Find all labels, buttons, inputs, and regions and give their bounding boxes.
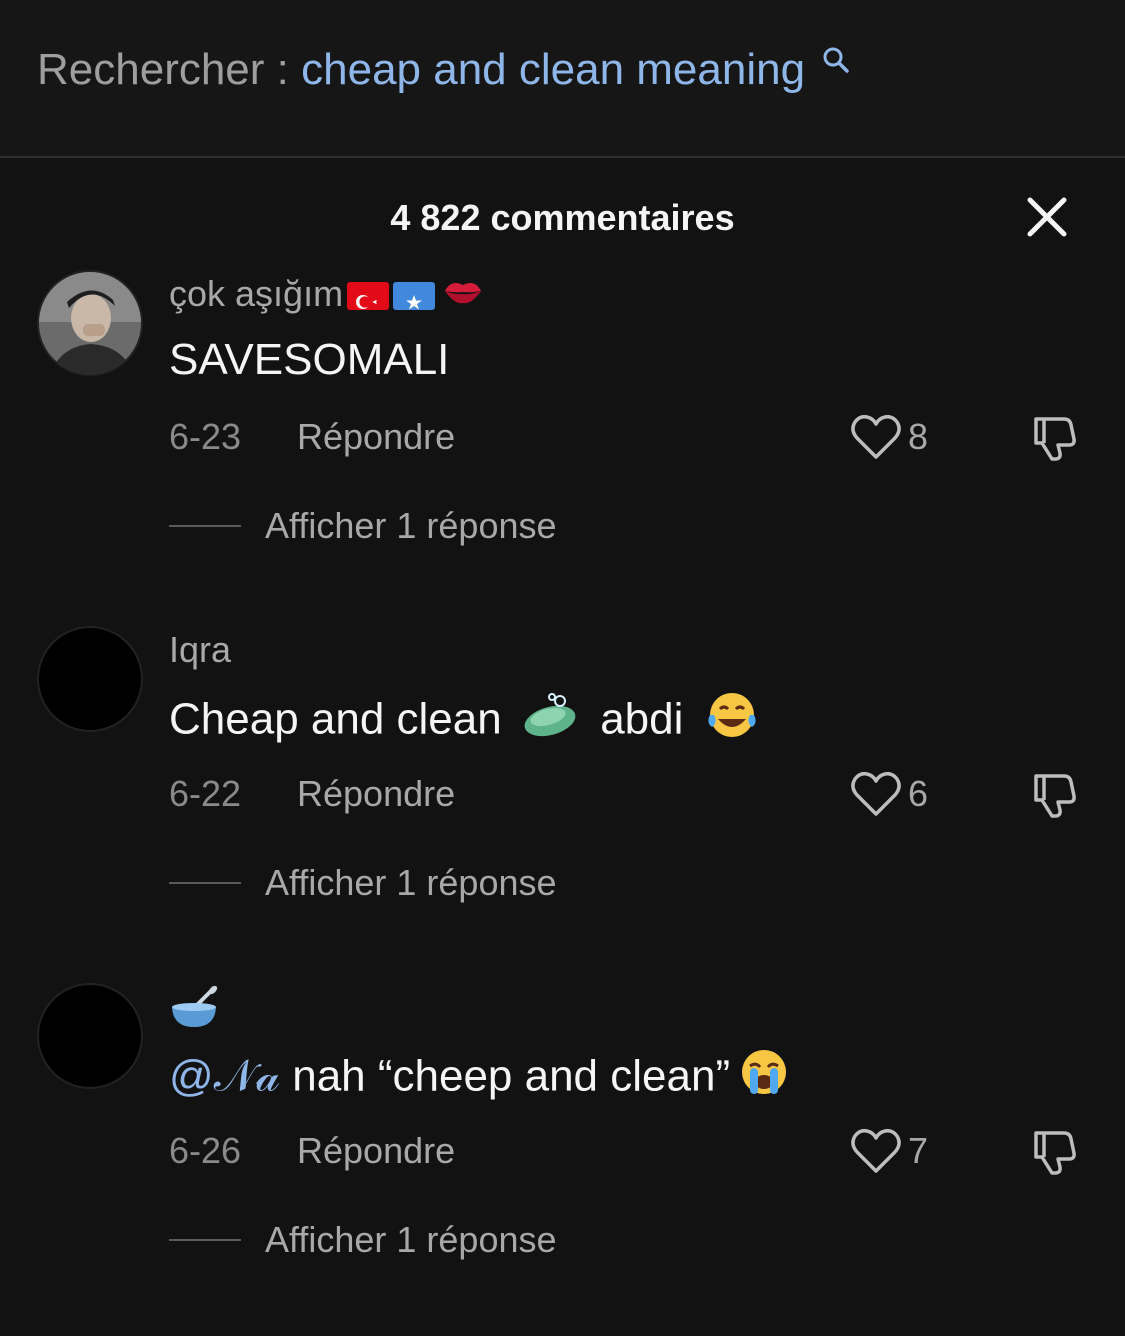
comments-count-title: 4 822 commentaires bbox=[390, 197, 735, 238]
loudly-crying-icon bbox=[736, 1046, 792, 1112]
comment-text-part: Cheap and clean bbox=[169, 694, 502, 744]
comment-username[interactable]: çok aşığım bbox=[169, 272, 485, 320]
dislike-icon[interactable] bbox=[1030, 770, 1078, 818]
replies-divider-line bbox=[169, 1239, 241, 1241]
comment-text: @𝒩𝒶 nah “cheep and clean” bbox=[169, 1046, 792, 1112]
comment-text-part: abdi bbox=[600, 694, 684, 744]
comment-date: 6-26 bbox=[169, 1130, 242, 1171]
comment-text-part: nah “cheep and clean” bbox=[292, 1051, 731, 1101]
view-replies-label[interactable]: Afficher 1 réponse bbox=[265, 1218, 557, 1262]
reply-button[interactable]: Répondre bbox=[297, 415, 455, 459]
kiss-mark-icon bbox=[441, 273, 485, 320]
comment-text: Cheap and clean abdi bbox=[169, 689, 760, 755]
like-button[interactable]: 7 bbox=[850, 1127, 928, 1175]
turkey-flag-icon bbox=[347, 282, 390, 311]
avatar-photo bbox=[39, 272, 141, 374]
view-replies-button[interactable]: Afficher 1 réponse bbox=[169, 504, 557, 548]
tears-of-joy-icon bbox=[704, 689, 760, 755]
view-replies-label[interactable]: Afficher 1 réponse bbox=[265, 504, 557, 548]
reply-button[interactable]: Répondre bbox=[297, 1129, 455, 1173]
somalia-flag-icon bbox=[393, 282, 436, 311]
comment-date: 6-23 bbox=[169, 416, 242, 457]
like-button[interactable]: 6 bbox=[850, 770, 928, 818]
username-text[interactable]: çok aşığım bbox=[169, 273, 343, 314]
heart-icon[interactable] bbox=[850, 1127, 902, 1175]
comment-username[interactable] bbox=[169, 985, 219, 1041]
view-replies-button[interactable]: Afficher 1 réponse bbox=[169, 1218, 557, 1262]
view-replies-button[interactable]: Afficher 1 réponse bbox=[169, 861, 557, 905]
replies-divider-line bbox=[169, 525, 241, 527]
close-icon[interactable] bbox=[1022, 192, 1072, 242]
search-query-row[interactable]: Rechercher : cheap and clean meaning bbox=[37, 42, 851, 98]
avatar[interactable] bbox=[37, 983, 143, 1089]
view-replies-label[interactable]: Afficher 1 réponse bbox=[265, 861, 557, 905]
soap-icon bbox=[522, 691, 580, 753]
dislike-icon[interactable] bbox=[1030, 1127, 1078, 1175]
avatar[interactable] bbox=[37, 626, 143, 732]
like-count: 8 bbox=[908, 416, 929, 457]
comment-text: SAVESOMALI bbox=[169, 335, 450, 384]
comment-username[interactable]: Iqra bbox=[169, 628, 231, 672]
heart-icon[interactable] bbox=[850, 413, 902, 461]
dislike-icon[interactable] bbox=[1030, 413, 1078, 461]
replies-divider-line bbox=[169, 882, 241, 884]
like-button[interactable]: 8 bbox=[850, 413, 928, 461]
avatar[interactable] bbox=[37, 270, 143, 376]
heart-icon[interactable] bbox=[850, 770, 902, 818]
search-prefix: Rechercher : bbox=[37, 45, 289, 94]
reply-button[interactable]: Répondre bbox=[297, 772, 455, 816]
comment-date: 6-22 bbox=[169, 773, 242, 814]
like-count: 6 bbox=[908, 773, 929, 814]
search-query[interactable]: cheap and clean meaning bbox=[301, 45, 805, 94]
bowl-with-spoon-icon bbox=[172, 985, 218, 1027]
mention-link[interactable]: @𝒩𝒶 bbox=[169, 1052, 280, 1101]
search-bar[interactable]: Rechercher : cheap and clean meaning bbox=[0, 0, 1125, 158]
like-count: 7 bbox=[908, 1130, 929, 1171]
search-icon[interactable] bbox=[821, 46, 851, 76]
